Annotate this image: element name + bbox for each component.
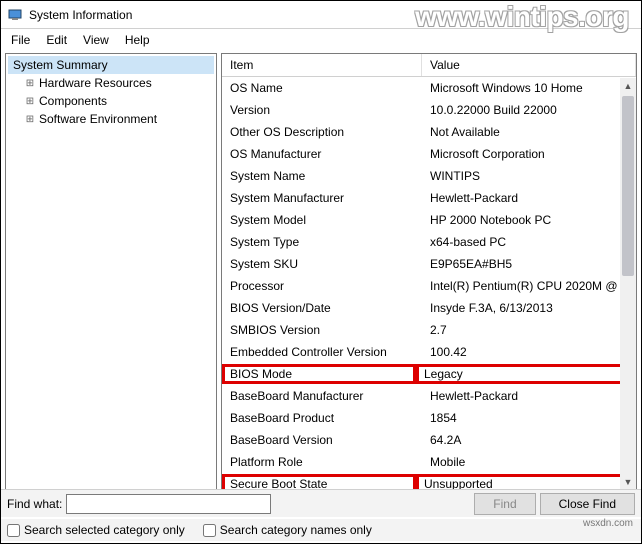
table-row[interactable]: BaseBoard Product1854 bbox=[222, 407, 636, 429]
cell-value: Microsoft Windows 10 Home bbox=[422, 79, 636, 97]
tree-item-components[interactable]: ⊞ Components bbox=[22, 92, 214, 110]
tree-item-hardware-resources[interactable]: ⊞ Hardware Resources bbox=[22, 74, 214, 92]
cell-value: Intel(R) Pentium(R) CPU 2020M @ 2.40GHz, bbox=[422, 277, 636, 295]
check-bar: Search selected category only Search cat… bbox=[1, 519, 641, 541]
cell-item: Secure Boot State bbox=[222, 474, 416, 489]
cell-value: 2.7 bbox=[422, 321, 636, 339]
find-bar: Find what: Find Close Find bbox=[1, 489, 641, 517]
cell-item: System Name bbox=[222, 167, 422, 185]
menu-edit[interactable]: Edit bbox=[38, 31, 75, 49]
table-row[interactable]: Secure Boot StateUnsupported bbox=[222, 473, 636, 489]
cell-item: System Type bbox=[222, 233, 422, 251]
cell-item: SMBIOS Version bbox=[222, 321, 422, 339]
cell-item: BaseBoard Manufacturer bbox=[222, 387, 422, 405]
find-input[interactable] bbox=[66, 494, 271, 514]
cell-value: Hewlett-Packard bbox=[422, 387, 636, 405]
list-header: Item Value bbox=[222, 54, 636, 77]
expand-icon[interactable]: ⊞ bbox=[24, 78, 36, 89]
expand-icon[interactable]: ⊞ bbox=[24, 96, 36, 107]
titlebar: System Information bbox=[1, 1, 641, 29]
table-row[interactable]: BIOS Version/DateInsyde F.3A, 6/13/2013 bbox=[222, 297, 636, 319]
menubar: File Edit View Help bbox=[1, 29, 641, 51]
cell-item: Processor bbox=[222, 277, 422, 295]
cell-item: OS Name bbox=[222, 79, 422, 97]
cell-value: E9P65EA#BH5 bbox=[422, 255, 636, 273]
tree-item-system-summary[interactable]: System Summary bbox=[8, 56, 214, 74]
tree-item-software-environment[interactable]: ⊞ Software Environment bbox=[22, 110, 214, 128]
cell-item: Platform Role bbox=[222, 453, 422, 471]
check-category-names-box[interactable] bbox=[203, 524, 216, 537]
column-value[interactable]: Value bbox=[422, 54, 636, 76]
find-button[interactable]: Find bbox=[474, 493, 535, 515]
data-pane: Item Value OS NameMicrosoft Windows 10 H… bbox=[221, 53, 637, 491]
cell-value: 64.2A bbox=[422, 431, 636, 449]
scroll-thumb[interactable] bbox=[622, 96, 634, 276]
window-title: System Information bbox=[29, 8, 132, 22]
menu-view[interactable]: View bbox=[75, 31, 117, 49]
table-row[interactable]: SMBIOS Version2.7 bbox=[222, 319, 636, 341]
table-row[interactable]: System SKUE9P65EA#BH5 bbox=[222, 253, 636, 275]
table-row[interactable]: Version10.0.22000 Build 22000 bbox=[222, 99, 636, 121]
scroll-up-icon[interactable]: ▲ bbox=[620, 78, 636, 94]
cell-value: 10.0.22000 Build 22000 bbox=[422, 101, 636, 119]
cell-item: Embedded Controller Version bbox=[222, 343, 422, 361]
find-label: Find what: bbox=[7, 497, 62, 511]
cell-value: HP 2000 Notebook PC bbox=[422, 211, 636, 229]
cell-value: Not Available bbox=[422, 123, 636, 141]
scroll-down-icon[interactable]: ▼ bbox=[620, 474, 636, 490]
table-row[interactable]: System ManufacturerHewlett-Packard bbox=[222, 187, 636, 209]
cell-value: Legacy bbox=[416, 364, 636, 384]
vertical-scrollbar[interactable]: ▲ ▼ bbox=[620, 78, 636, 490]
list-body[interactable]: OS NameMicrosoft Windows 10 HomeVersion1… bbox=[222, 77, 636, 489]
tree-pane[interactable]: System Summary ⊞ Hardware Resources ⊞ Co… bbox=[5, 53, 217, 491]
cell-value: 100.42 bbox=[422, 343, 636, 361]
check-selected-category-box[interactable] bbox=[7, 524, 20, 537]
check-category-names[interactable]: Search category names only bbox=[203, 523, 372, 537]
cell-item: System Manufacturer bbox=[222, 189, 422, 207]
cell-value: Hewlett-Packard bbox=[422, 189, 636, 207]
cell-value: x64-based PC bbox=[422, 233, 636, 251]
cell-value: Insyde F.3A, 6/13/2013 bbox=[422, 299, 636, 317]
menu-file[interactable]: File bbox=[3, 31, 38, 49]
column-item[interactable]: Item bbox=[222, 54, 422, 76]
app-icon bbox=[7, 7, 23, 23]
cell-value: Unsupported bbox=[416, 474, 636, 489]
cell-item: System SKU bbox=[222, 255, 422, 273]
table-row[interactable]: Other OS DescriptionNot Available bbox=[222, 121, 636, 143]
table-row[interactable]: System Typex64-based PC bbox=[222, 231, 636, 253]
cell-item: BIOS Mode bbox=[222, 364, 416, 384]
cell-item: OS Manufacturer bbox=[222, 145, 422, 163]
table-row[interactable]: BIOS ModeLegacy bbox=[222, 363, 636, 385]
table-row[interactable]: BaseBoard ManufacturerHewlett-Packard bbox=[222, 385, 636, 407]
table-row[interactable]: OS NameMicrosoft Windows 10 Home bbox=[222, 77, 636, 99]
cell-value: Microsoft Corporation bbox=[422, 145, 636, 163]
cell-item: BaseBoard Version bbox=[222, 431, 422, 449]
cell-item: BaseBoard Product bbox=[222, 409, 422, 427]
cell-value: WINTIPS bbox=[422, 167, 636, 185]
cell-item: System Model bbox=[222, 211, 422, 229]
table-row[interactable]: Platform RoleMobile bbox=[222, 451, 636, 473]
check-selected-category[interactable]: Search selected category only bbox=[7, 523, 185, 537]
table-row[interactable]: Embedded Controller Version100.42 bbox=[222, 341, 636, 363]
table-row[interactable]: OS ManufacturerMicrosoft Corporation bbox=[222, 143, 636, 165]
close-find-button[interactable]: Close Find bbox=[540, 493, 635, 515]
cell-value: Mobile bbox=[422, 453, 636, 471]
cell-item: Other OS Description bbox=[222, 123, 422, 141]
expand-icon[interactable]: ⊞ bbox=[24, 114, 36, 125]
menu-help[interactable]: Help bbox=[117, 31, 158, 49]
table-row[interactable]: BaseBoard Version64.2A bbox=[222, 429, 636, 451]
table-row[interactable]: System ModelHP 2000 Notebook PC bbox=[222, 209, 636, 231]
table-row[interactable]: ProcessorIntel(R) Pentium(R) CPU 2020M @… bbox=[222, 275, 636, 297]
table-row[interactable]: System NameWINTIPS bbox=[222, 165, 636, 187]
cell-item: Version bbox=[222, 101, 422, 119]
cell-item: BIOS Version/Date bbox=[222, 299, 422, 317]
cell-value: 1854 bbox=[422, 409, 636, 427]
